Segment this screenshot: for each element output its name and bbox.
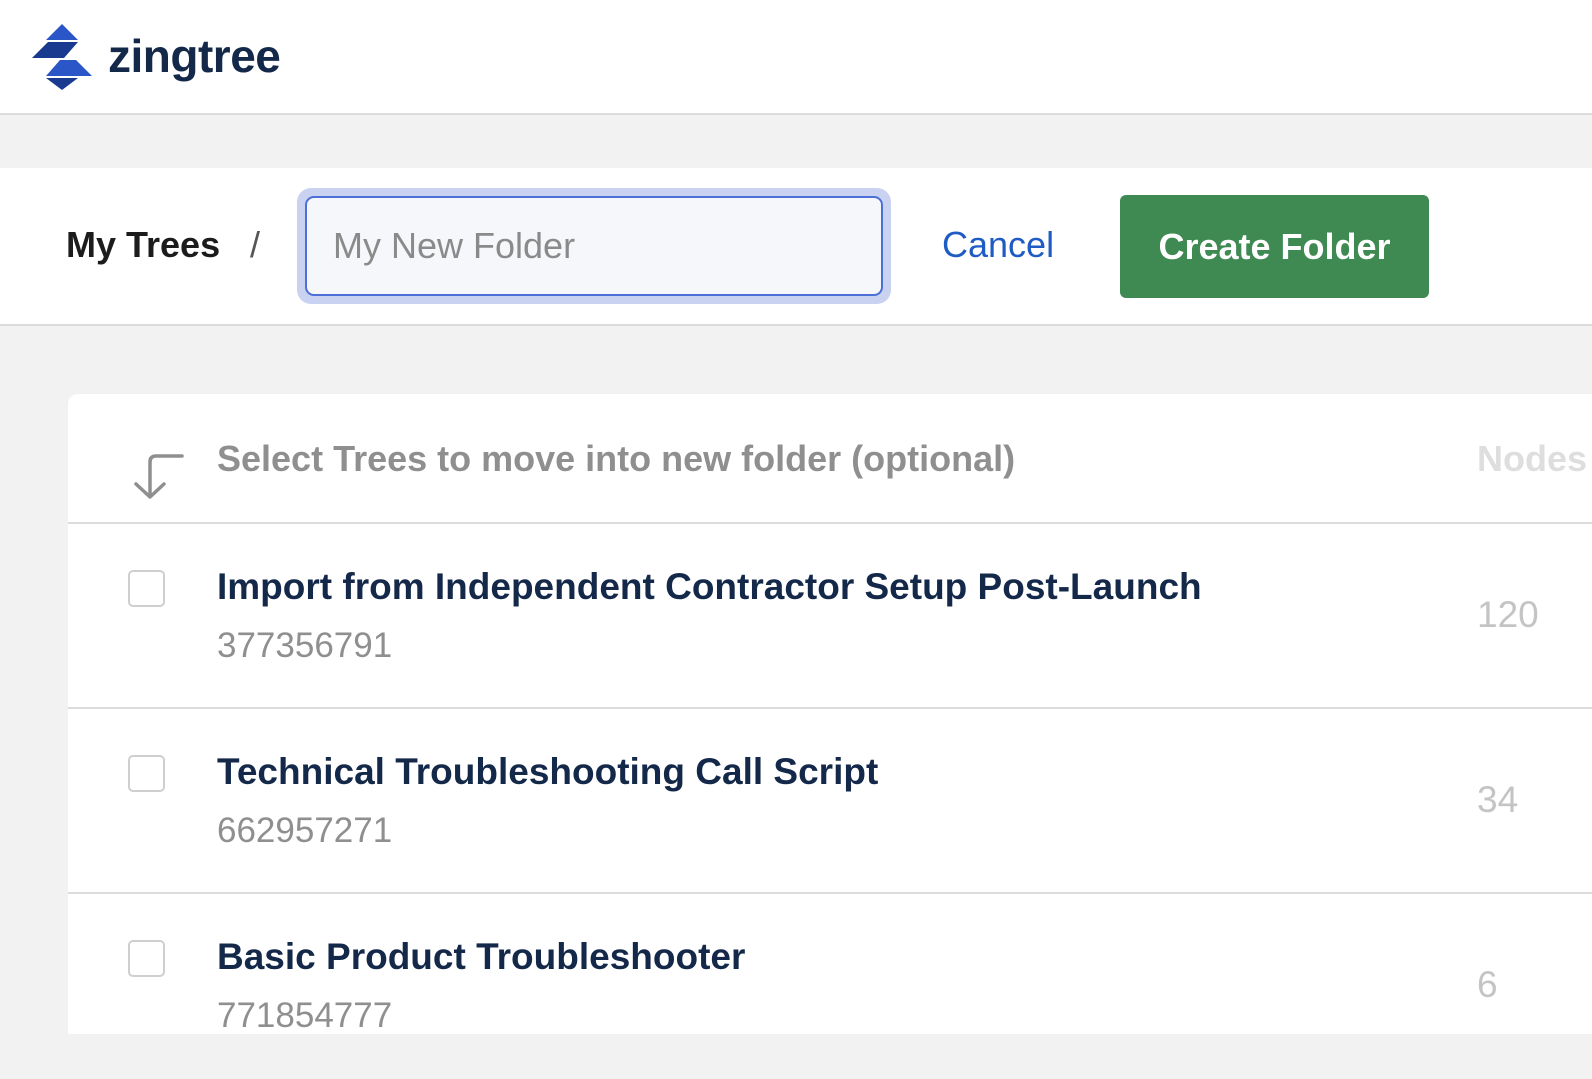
tree-node-count: 34 bbox=[1477, 779, 1519, 820]
select-trees-hint: Select Trees to move into new folder (op… bbox=[217, 438, 1016, 479]
tree-node-count: 6 bbox=[1477, 964, 1498, 1005]
tree-title[interactable]: Basic Product Troubleshooter bbox=[217, 936, 745, 978]
tree-id: 377356791 bbox=[217, 626, 393, 665]
new-folder-bar: My Trees / Cancel Create Folder bbox=[0, 168, 1592, 326]
brand-name: zingtree bbox=[108, 30, 281, 82]
tree-id: 662957271 bbox=[217, 811, 393, 850]
checkbox-icon[interactable] bbox=[128, 755, 165, 792]
tree-list-header: Select Trees to move into new folder (op… bbox=[68, 394, 1592, 524]
top-bar: zingtree bbox=[0, 0, 1592, 115]
create-folder-button[interactable]: Create Folder bbox=[1120, 195, 1429, 298]
cancel-button[interactable]: Cancel bbox=[942, 224, 1054, 266]
zingtree-logo[interactable]: zingtree bbox=[30, 22, 281, 90]
checkbox-icon[interactable] bbox=[128, 570, 165, 607]
tree-row: Technical Troubleshooting Call Script 66… bbox=[68, 709, 1592, 894]
tree-title[interactable]: Technical Troubleshooting Call Script bbox=[217, 751, 878, 793]
tree-id: 771854777 bbox=[217, 996, 393, 1035]
nodes-column-header: Nodes bbox=[1477, 438, 1588, 479]
tree-node-count: 120 bbox=[1477, 594, 1539, 635]
tree-title[interactable]: Import from Independent Contractor Setup… bbox=[217, 566, 1202, 608]
tree-row: Basic Product Troubleshooter 771854777 6 bbox=[68, 894, 1592, 1079]
tree-row: Import from Independent Contractor Setup… bbox=[68, 524, 1592, 709]
tree-list-card: Select Trees to move into new folder (op… bbox=[68, 394, 1592, 1035]
folder-name-focus-ring bbox=[297, 188, 891, 304]
zingtree-logo-icon bbox=[32, 24, 92, 90]
breadcrumb-separator: / bbox=[250, 224, 261, 265]
breadcrumb-my-trees[interactable]: My Trees bbox=[66, 224, 220, 266]
arrow-down-left-icon bbox=[134, 454, 184, 499]
folder-name-input[interactable] bbox=[305, 196, 883, 296]
checkbox-icon[interactable] bbox=[128, 940, 165, 977]
